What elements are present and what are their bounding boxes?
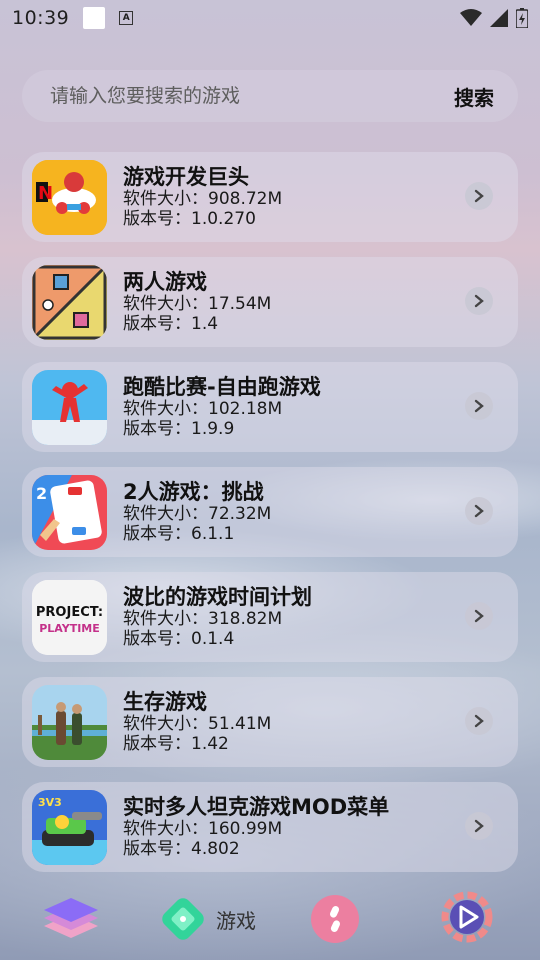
chevron-right-icon[interactable] bbox=[465, 602, 493, 630]
game-title: 2人游戏：挑战 bbox=[123, 479, 264, 504]
game-info: 实时多人坦克游戏MOD菜单 软件大小：160.99M 版本号：4.802 bbox=[123, 795, 518, 860]
list-item[interactable]: 跑酷比赛-自由跑游戏 软件大小：102.18M 版本号：1.9.9 bbox=[22, 362, 518, 452]
cell-signal-icon bbox=[490, 9, 508, 27]
chevron-right-icon[interactable] bbox=[465, 182, 493, 210]
game-version: 版本号：1.9.9 bbox=[123, 419, 235, 440]
game-version: 版本号：1.0.270 bbox=[123, 209, 256, 230]
search-button[interactable]: 搜索 bbox=[454, 82, 494, 111]
game-version: 版本号：0.1.4 bbox=[123, 629, 235, 650]
game-size: 软件大小：908.72M bbox=[123, 189, 283, 210]
game-size: 软件大小：160.99M bbox=[123, 819, 283, 840]
layers-icon bbox=[44, 898, 98, 938]
chevron-right-icon[interactable] bbox=[465, 812, 493, 840]
search-bar: 搜索 bbox=[22, 70, 518, 122]
game-info: 跑酷比赛-自由跑游戏 软件大小：102.18M 版本号：1.9.9 bbox=[123, 375, 518, 440]
nav-label-games: 游戏 bbox=[216, 908, 256, 933]
game-version: 版本号：1.42 bbox=[123, 734, 229, 755]
game-title: 波比的游戏时间计划 bbox=[123, 584, 312, 609]
nav-item-links[interactable] bbox=[310, 894, 360, 944]
game-size: 软件大小：51.41M bbox=[123, 714, 272, 735]
game-info: 游戏开发巨头 软件大小：908.72M 版本号：1.0.270 bbox=[123, 165, 518, 230]
chevron-right-icon[interactable] bbox=[465, 287, 493, 315]
game-version: 版本号：4.802 bbox=[123, 839, 240, 860]
chevron-right-icon[interactable] bbox=[465, 707, 493, 735]
list-item[interactable]: 生存游戏 软件大小：51.41M 版本号：1.42 bbox=[22, 677, 518, 767]
game-title: 两人游戏 bbox=[123, 269, 207, 294]
battery-charging-icon bbox=[516, 8, 528, 28]
game-info: 生存游戏 软件大小：51.41M 版本号：1.42 bbox=[123, 690, 518, 755]
two-player-challenge-icon: 2 bbox=[32, 474, 107, 550]
search-input[interactable] bbox=[50, 85, 454, 107]
notification-square-icon bbox=[83, 7, 106, 29]
svg-text:N: N bbox=[38, 183, 53, 204]
game-version: 版本号：1.4 bbox=[123, 314, 219, 335]
game-info: 两人游戏 软件大小：17.54M 版本号：1.4 bbox=[123, 270, 518, 335]
nav-item-games[interactable]: 游戏 bbox=[158, 894, 256, 944]
notification-a-icon: A bbox=[119, 11, 134, 25]
two-player-games-icon bbox=[32, 264, 107, 340]
list-item[interactable]: 3V3 实时多人坦克游戏MOD菜单 软件大小：160.99M 版本号：4.802 bbox=[22, 782, 518, 872]
parkour-race-icon bbox=[32, 369, 107, 445]
game-size: 软件大小：72.32M bbox=[123, 504, 272, 525]
tank-game-icon: 3V3 bbox=[32, 789, 107, 865]
list-item[interactable]: PROJECT: PLAYTIME 波比的游戏时间计划 软件大小：318.82M… bbox=[22, 572, 518, 662]
chevron-right-icon[interactable] bbox=[465, 392, 493, 420]
icon-text-project: PROJECT: bbox=[36, 605, 103, 620]
nav-item-home[interactable] bbox=[40, 888, 102, 946]
link-icon bbox=[311, 895, 359, 943]
puzzle-icon bbox=[162, 898, 204, 940]
game-size: 软件大小：318.82M bbox=[123, 609, 283, 630]
svg-text:2: 2 bbox=[36, 484, 47, 503]
status-icons bbox=[460, 8, 528, 28]
project-playtime-icon: PROJECT: PLAYTIME bbox=[32, 579, 107, 655]
game-title: 游戏开发巨头 bbox=[123, 164, 249, 189]
game-size: 软件大小：102.18M bbox=[123, 399, 283, 420]
game-title: 实时多人坦克游戏MOD菜单 bbox=[123, 794, 390, 819]
wifi-icon bbox=[460, 9, 482, 26]
game-size: 软件大小：17.54M bbox=[123, 294, 272, 315]
game-info: 2人游戏：挑战 软件大小：72.32M 版本号：6.1.1 bbox=[123, 480, 518, 545]
game-info: 波比的游戏时间计划 软件大小：318.82M 版本号：0.1.4 bbox=[123, 585, 518, 650]
status-bar: 10:39 A bbox=[0, 0, 540, 36]
icon-text-3v3: 3V3 bbox=[38, 796, 62, 809]
status-time: 10:39 bbox=[12, 7, 70, 29]
nav-item-settings[interactable] bbox=[440, 890, 494, 944]
game-title: 跑酷比赛-自由跑游戏 bbox=[123, 374, 321, 399]
game-title: 生存游戏 bbox=[123, 689, 207, 714]
survival-game-icon bbox=[32, 684, 107, 760]
list-item[interactable]: N 游戏开发巨头 软件大小：908.72M 版本号：1.0.270 bbox=[22, 152, 518, 242]
game-dev-tycoon-icon: N bbox=[32, 159, 107, 235]
game-version: 版本号：6.1.1 bbox=[123, 524, 235, 545]
list-item[interactable]: 2 2人游戏：挑战 软件大小：72.32M 版本号：6.1.1 bbox=[22, 467, 518, 557]
icon-text-playtime: PLAYTIME bbox=[39, 622, 100, 635]
bottom-nav: 游戏 bbox=[0, 880, 540, 960]
chevron-right-icon[interactable] bbox=[465, 497, 493, 525]
list-item[interactable]: 两人游戏 软件大小：17.54M 版本号：1.4 bbox=[22, 257, 518, 347]
game-list: N 游戏开发巨头 软件大小：908.72M 版本号：1.0.270 两人游戏 软… bbox=[22, 152, 518, 887]
play-gear-icon bbox=[441, 891, 493, 943]
